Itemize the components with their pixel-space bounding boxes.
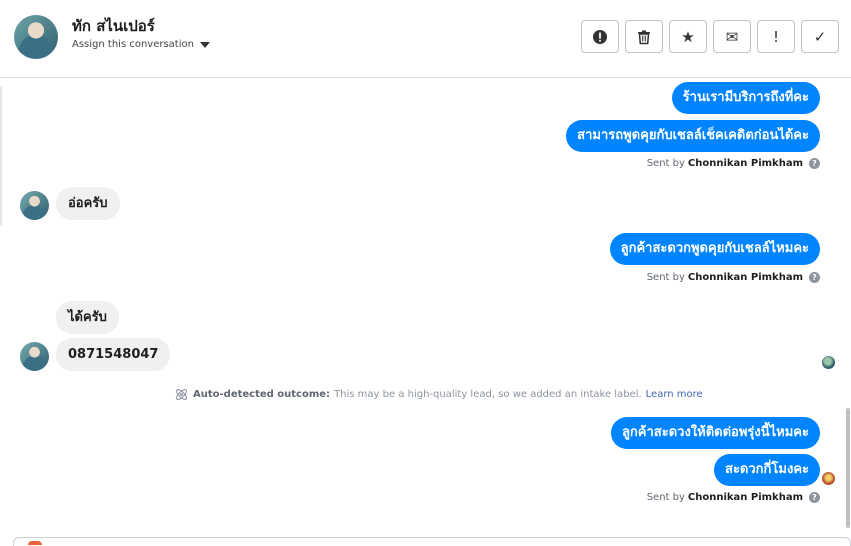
assign-conversation-dropdown[interactable]: Assign this conversation [72, 39, 210, 50]
outgoing-message[interactable]: สามารถพูดคุยกับเชลล์เช็คเคดิตก่อนได้คะ [566, 120, 820, 152]
assign-label: Assign this conversation [72, 39, 194, 50]
message-composer[interactable] [13, 537, 851, 546]
contact-avatar-small[interactable] [20, 191, 49, 220]
outcome-title: Auto-detected outcome: [193, 389, 331, 400]
exclamation-icon: ! [772, 27, 779, 46]
read-receipt-avatar [822, 356, 835, 369]
alert-circle-icon [593, 29, 607, 44]
learn-more-link[interactable]: Learn more [646, 389, 703, 400]
agent-name[interactable]: Chonnikan Pimkham [688, 158, 803, 169]
incoming-message[interactable]: ได้ครับ [56, 301, 119, 334]
outcome-text: This may be a high-quality lead, so we a… [334, 389, 642, 400]
envelope-icon: ✉ [725, 27, 739, 46]
sent-by-label: Sent by Chonnikan Pimkham ? [647, 272, 820, 283]
help-icon[interactable]: ? [809, 272, 820, 283]
sent-by-prefix: Sent by [646, 158, 685, 169]
outgoing-message[interactable]: ลูกค้าสะดวกพูดคุยกับเชลล์ไหมคะ [609, 233, 820, 265]
sent-by-prefix: Sent by [646, 272, 685, 283]
left-panel-edge [0, 86, 2, 226]
composer-icon[interactable] [28, 541, 42, 545]
checkmark-icon: ✓ [813, 27, 827, 46]
mark-unread-button[interactable]: ✉ [713, 20, 751, 53]
contact-name[interactable]: ทัก สไนเปอร์ [72, 14, 155, 38]
agent-name[interactable]: Chonnikan Pimkham [688, 492, 803, 503]
mark-done-button[interactable]: ✓ [801, 20, 839, 53]
conversation-header: ทัก สไนเปอร์ Assign this conversation ★ … [0, 0, 851, 78]
sent-by-prefix: Sent by [646, 492, 685, 503]
delete-button[interactable] [625, 20, 663, 53]
caret-down-icon [199, 41, 210, 48]
read-receipt-avatar [822, 472, 835, 485]
outgoing-message[interactable]: ร้านเรามีบริการถึงที่คะ [671, 82, 820, 114]
star-button[interactable]: ★ [669, 20, 707, 53]
outgoing-message[interactable]: สะดวกกี่โมงคะ [714, 454, 820, 486]
follow-up-button[interactable]: ! [757, 20, 795, 53]
atom-icon [175, 388, 188, 401]
help-icon[interactable]: ? [809, 158, 820, 169]
incoming-message[interactable]: 0871548047 [56, 338, 171, 371]
outgoing-message[interactable]: ลูกค้าสะดวงให้ติดต่อพรุ่งนี้ไหมคะ [610, 417, 820, 449]
agent-name[interactable]: Chonnikan Pimkham [688, 272, 803, 283]
star-icon: ★ [681, 27, 695, 46]
trash-icon [638, 30, 650, 44]
mark-spam-button[interactable] [581, 20, 619, 53]
sent-by-label: Sent by Chonnikan Pimkham ? [647, 158, 820, 169]
help-icon[interactable]: ? [809, 492, 820, 503]
message-scrollbar[interactable] [846, 408, 850, 528]
auto-detected-outcome-notice: Auto-detected outcome: This may be a hig… [174, 387, 703, 402]
sent-by-label: Sent by Chonnikan Pimkham ? [647, 492, 820, 503]
contact-avatar-small[interactable] [20, 342, 49, 371]
conversation-toolbar: ★ ✉ ! ✓ [581, 20, 839, 53]
contact-avatar[interactable] [14, 15, 58, 59]
incoming-message[interactable]: อ่อครับ [56, 187, 120, 220]
